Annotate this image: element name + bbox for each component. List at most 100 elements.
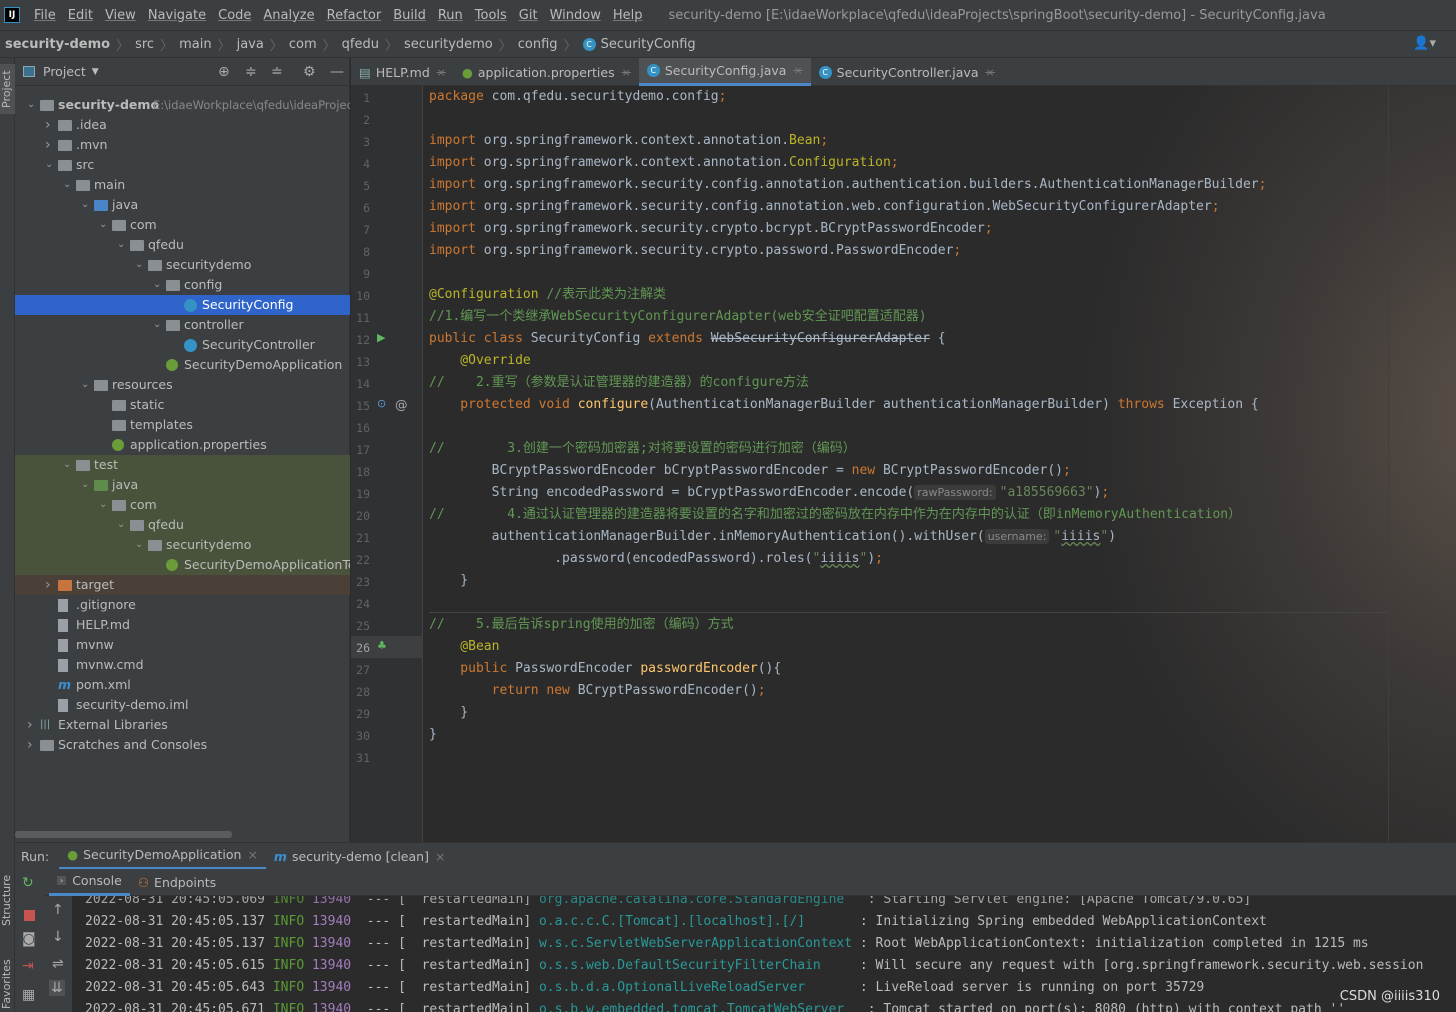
- code-line[interactable]: public PasswordEncoder passwordEncoder()…: [429, 658, 781, 680]
- bean-reference-icon[interactable]: @: [395, 397, 408, 412]
- code-line[interactable]: import org.springframework.context.annot…: [429, 152, 899, 174]
- code-line[interactable]: }: [429, 702, 468, 724]
- tree-item[interactable]: › .mvn: [15, 135, 350, 155]
- tree-item[interactable]: › target: [15, 575, 350, 595]
- tree-item[interactable]: m pom.xml: [15, 675, 350, 695]
- tree-item[interactable]: static: [15, 395, 350, 415]
- gear-icon[interactable]: ⚙: [303, 64, 316, 80]
- tree-item[interactable]: SecurityController: [15, 335, 350, 355]
- override-icon[interactable]: ⊙: [377, 397, 386, 410]
- code-line[interactable]: return new BCryptPasswordEncoder();: [429, 680, 766, 702]
- chevron-down-icon[interactable]: ⌄: [63, 455, 75, 475]
- run-tab-maven-clean[interactable]: m security-demo [clean] ×: [266, 843, 454, 870]
- close-icon[interactable]: ×: [435, 849, 445, 864]
- tab-application-properties[interactable]: ● application.properties ×: [454, 58, 639, 86]
- code-line[interactable]: import org.springframework.context.annot…: [429, 130, 828, 152]
- close-icon[interactable]: ×: [793, 64, 802, 77]
- tree-item[interactable]: security-demo.iml: [15, 695, 350, 715]
- chevron-down-icon[interactable]: ⌄: [135, 535, 147, 555]
- code-line[interactable]: .password(encodedPassword).roles("iiiis"…: [429, 548, 883, 570]
- tree-item[interactable]: ⌄ com: [15, 215, 350, 235]
- tab-help-md[interactable]: ▤ HELP.md ×: [351, 58, 454, 86]
- breadcrumb-item[interactable]: com: [289, 37, 317, 52]
- chevron-down-icon[interactable]: ⌄: [81, 195, 93, 215]
- chevron-down-icon[interactable]: ⌄: [117, 515, 129, 535]
- chevron-down-icon[interactable]: ⌄: [153, 275, 165, 295]
- tree-item[interactable]: ⌄ src: [15, 155, 350, 175]
- code-line[interactable]: // 2.重写（参数是认证管理器的建造器）的configure方法: [429, 372, 809, 394]
- code-line[interactable]: package com.qfedu.securitydemo.config;: [429, 86, 726, 108]
- tab-securityconfig-java[interactable]: C SecurityConfig.java ×: [638, 58, 811, 86]
- breadcrumb-item[interactable]: securitydemo: [404, 37, 493, 52]
- code-line[interactable]: public class SecurityConfig extends WebS…: [429, 328, 946, 350]
- menu-window[interactable]: Window: [550, 8, 601, 23]
- expand-all-icon[interactable]: ≑: [245, 64, 257, 80]
- tree-item[interactable]: SecurityDemoApplicationTests: [15, 555, 350, 575]
- collapse-all-icon[interactable]: ≐: [271, 64, 283, 80]
- tree-item[interactable]: ⌄ security-demo E:\idaeWorkplace\qfedu\ide…: [15, 95, 350, 115]
- project-tool-button[interactable]: Project: [0, 64, 15, 114]
- stop-icon[interactable]: [24, 910, 35, 921]
- chevron-down-icon[interactable]: ⌄: [153, 315, 165, 335]
- chevron-right-icon[interactable]: ›: [45, 575, 57, 595]
- breadcrumb-item[interactable]: qfedu: [342, 37, 379, 52]
- menu-view[interactable]: View: [105, 8, 136, 23]
- tree-item[interactable]: ⌄ controller: [15, 315, 350, 335]
- chevron-down-icon[interactable]: ⌄: [45, 155, 57, 175]
- code-line[interactable]: }: [429, 570, 468, 592]
- tree-item[interactable]: SecurityDemoApplication: [15, 355, 350, 375]
- tree-item[interactable]: › .idea: [15, 115, 350, 135]
- tree-item[interactable]: SecurityConfig: [15, 295, 350, 315]
- close-icon[interactable]: ×: [986, 66, 995, 79]
- code-line[interactable]: import org.springframework.security.conf…: [429, 174, 1266, 196]
- menu-analyze[interactable]: Analyze: [263, 8, 314, 23]
- code-line[interactable]: String encodedPassword = bCryptPasswordE…: [429, 482, 1109, 504]
- run-tab-securitydemoapplication[interactable]: ● SecurityDemoApplication ×: [59, 843, 266, 870]
- structure-tool-button[interactable]: Structure: [0, 870, 15, 930]
- tree-item[interactable]: ⌄ securitydemo: [15, 255, 350, 275]
- tree-item[interactable]: .gitignore: [15, 595, 350, 615]
- tree-item[interactable]: ⌄ java: [15, 195, 350, 215]
- breadcrumb-item[interactable]: SecurityConfig: [601, 37, 696, 52]
- favorites-tool-button[interactable]: Favorites: [0, 956, 15, 1012]
- scroll-to-end-icon[interactable]: ⇊: [49, 980, 65, 996]
- breadcrumb-item[interactable]: security-demo: [5, 37, 110, 52]
- code-line[interactable]: @Bean: [429, 636, 499, 658]
- tree-item[interactable]: mvnw: [15, 635, 350, 655]
- chevron-down-icon[interactable]: ⌄: [81, 475, 93, 495]
- endpoints-tab[interactable]: ⚇ Endpoints: [130, 869, 224, 896]
- exit-icon[interactable]: ⇥: [22, 958, 34, 974]
- chevron-down-icon[interactable]: ⌄: [27, 95, 39, 115]
- scroll-down-icon[interactable]: ↓: [52, 929, 64, 945]
- menu-tools[interactable]: Tools: [475, 8, 507, 23]
- code-line[interactable]: BCryptPasswordEncoder bCryptPasswordEnco…: [429, 460, 1071, 482]
- chevron-right-icon[interactable]: ›: [27, 715, 39, 735]
- breadcrumb-item[interactable]: src: [135, 37, 154, 52]
- code-line[interactable]: protected void configure(AuthenticationM…: [429, 394, 1258, 416]
- tree-item[interactable]: ⌄ com: [15, 495, 350, 515]
- chevron-down-icon[interactable]: ⌄: [135, 255, 147, 275]
- chevron-right-icon[interactable]: ›: [45, 115, 57, 135]
- tree-item[interactable]: › Scratches and Consoles: [15, 735, 350, 755]
- code-line[interactable]: @Override: [429, 350, 530, 372]
- bean-icon[interactable]: ♣: [377, 639, 387, 652]
- project-view-selector[interactable]: Project: [43, 64, 86, 79]
- tree-item[interactable]: ⌄ qfedu: [15, 515, 350, 535]
- close-icon[interactable]: ×: [247, 847, 257, 862]
- menu-edit[interactable]: Edit: [68, 8, 93, 23]
- run-gutter-icon[interactable]: ▶: [377, 331, 385, 344]
- menu-help[interactable]: Help: [613, 8, 643, 23]
- locate-file-icon[interactable]: ⊕: [218, 64, 230, 80]
- close-icon[interactable]: ×: [437, 66, 446, 79]
- code-line[interactable]: // 5.最后告诉spring使用的加密（编码）方式: [429, 614, 734, 636]
- tree-item[interactable]: mvnw.cmd: [15, 655, 350, 675]
- tab-securitycontroller-java[interactable]: C SecurityController.java ×: [811, 58, 1003, 86]
- console-tab[interactable]: › Console: [49, 869, 130, 896]
- menu-run[interactable]: Run: [438, 8, 463, 23]
- code-line[interactable]: }: [429, 724, 437, 746]
- breadcrumb-item[interactable]: main: [179, 37, 211, 52]
- chevron-right-icon[interactable]: ›: [27, 735, 39, 755]
- code-line[interactable]: // 3.创建一个密码加密器;对将要设置的密码进行加密（编码）: [429, 438, 856, 460]
- hide-panel-icon[interactable]: —: [330, 64, 344, 80]
- breadcrumb-item[interactable]: config: [518, 37, 558, 52]
